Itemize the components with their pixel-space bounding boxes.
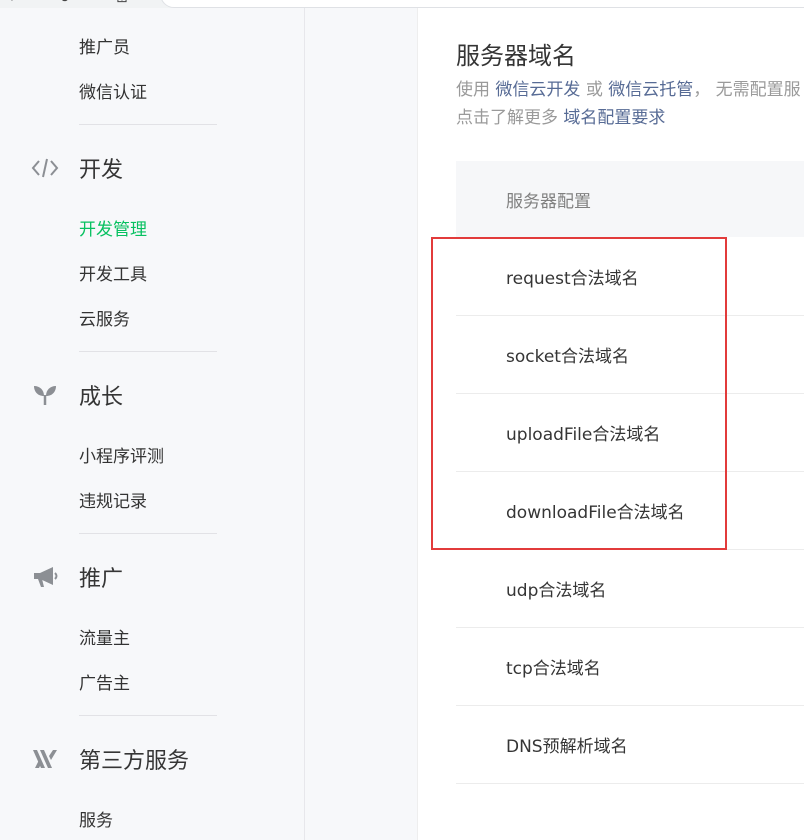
section-growth: 成长 [30,380,123,410]
cloud-dev-link[interactable]: 微信云开发 [495,80,580,100]
section-promotion: 推广 [30,562,123,592]
sidebar-item-evaluation[interactable]: 小程序评测 [79,447,164,467]
apps-icon[interactable]: ⊞ [116,0,128,6]
section-development: 开发 [30,153,123,183]
section-title: 成长 [79,385,124,410]
content-gutter [305,8,418,840]
row-label: udp合法域名 [506,581,607,601]
table-row: udp合法域名 [456,550,804,628]
table-row: socket合法域名 [456,316,804,394]
row-label: uploadFile合法域名 [506,425,661,445]
desc-text: 点击了解更多 [456,108,558,128]
megaphone-icon [30,562,60,592]
sidebar-item-cloud-service[interactable]: 云服务 [79,310,130,330]
back-icon[interactable]: ‹ [8,0,14,6]
sidebar-item-violations[interactable]: 违规记录 [79,492,147,512]
section-third-party: 第三方服务 [30,744,189,774]
table-row: downloadFile合法域名 [456,472,804,550]
sidebar-item-services[interactable]: 服务 [79,811,113,831]
main-content: 服务器域名 使用 微信云开发 或 微信云托管， 无需配置服 点击了解更多 域名配… [418,8,804,840]
section-title: 推广 [79,567,124,592]
desc-text: 或 [585,80,603,100]
cloud-hosting-link[interactable]: 微信云托管 [608,80,693,100]
sidebar: 推广员 微信认证 开发 开发管理 开发工具 云服务 成长 小程序评测 违规记录 [0,8,305,840]
row-label: request合法域名 [506,269,639,289]
desc-text: ， 无需配置服 [693,80,801,100]
table-row: uploadFile合法域名 [456,394,804,472]
table-row: request合法域名 [456,238,804,316]
row-label: downloadFile合法域名 [506,503,685,523]
row-label: tcp合法域名 [506,659,601,679]
description-line-1: 使用 微信云开发 或 微信云托管， 无需配置服 [456,79,801,101]
row-label: DNS预解析域名 [506,737,628,757]
domain-requirements-link[interactable]: 域名配置要求 [563,108,665,128]
page-title: 服务器域名 [456,42,576,70]
sprout-icon [30,380,60,410]
table-row: tcp合法域名 [456,628,804,706]
sidebar-item-promoter[interactable]: 推广员 [79,38,130,58]
table-row: DNS预解析域名 [456,706,804,784]
divider [79,715,217,716]
description-line-2: 点击了解更多 域名配置要求 [456,107,665,129]
address-bar[interactable] [160,0,804,8]
table-header: 服务器配置 [456,161,804,237]
divider [79,124,217,125]
sidebar-item-wechat-verify[interactable]: 微信认证 [79,83,147,103]
sidebar-item-dev-tools[interactable]: 开发工具 [79,265,147,285]
browser-toolbar: ‹ ⟳ ⊞ [0,0,804,8]
third-party-icon [30,744,60,774]
reload-icon[interactable]: ⟳ [60,0,72,6]
divider [79,533,217,534]
section-title: 开发 [79,158,124,183]
desc-text: 使用 [456,80,490,100]
row-label: socket合法域名 [506,347,629,367]
column-header: 服务器配置 [506,191,591,212]
sidebar-item-traffic-owner[interactable]: 流量主 [79,629,130,649]
section-title: 第三方服务 [79,749,190,774]
code-icon [30,153,60,183]
divider [79,351,217,352]
sidebar-item-dev-management[interactable]: 开发管理 [79,220,147,240]
sidebar-item-advertiser[interactable]: 广告主 [79,674,130,694]
